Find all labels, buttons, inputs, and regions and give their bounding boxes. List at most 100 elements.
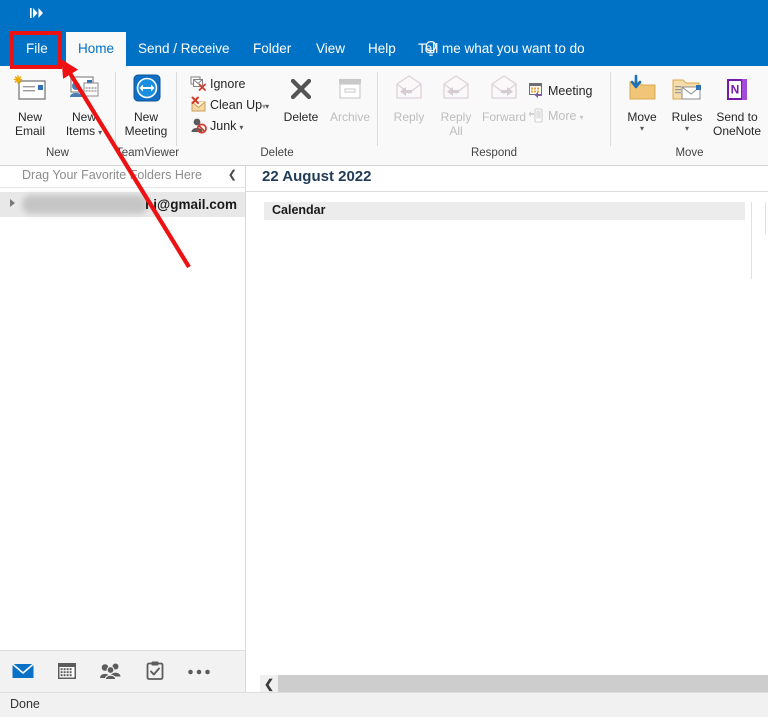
new-items-icon bbox=[56, 70, 112, 108]
favorites-header[interactable]: Drag Your Favorite Folders Here ❮ bbox=[0, 166, 245, 188]
new-email-label-line1: New bbox=[17, 110, 42, 124]
scrollbar-thumb[interactable] bbox=[278, 675, 768, 692]
ribbon-group-label-teamviewer: TeamViewer bbox=[116, 147, 180, 159]
reply-all-button: Reply All bbox=[432, 70, 480, 138]
horizontal-scrollbar[interactable]: ❮ bbox=[260, 675, 768, 692]
page-title: 22 August 2022 bbox=[262, 168, 372, 185]
ribbon-separator bbox=[377, 72, 378, 146]
tell-me-search[interactable]: Tell me what you want to do bbox=[418, 32, 585, 66]
tab-help[interactable]: Help bbox=[356, 32, 408, 66]
cleanup-label: Clean Up bbox=[210, 98, 263, 112]
account-email-label: ni@gmail.com bbox=[145, 197, 237, 212]
send-to-onenote-label-line2: OneNote bbox=[712, 123, 762, 138]
new-email-label-line2: Email bbox=[14, 123, 45, 138]
move-button[interactable]: Move ▾ bbox=[618, 70, 666, 133]
ignore-button[interactable]: Ignore bbox=[190, 74, 245, 95]
content-pane: 22 August 2022 Calendar bbox=[246, 166, 768, 672]
ribbon-group-label-move: Move bbox=[675, 147, 704, 159]
reply-all-icon bbox=[432, 70, 480, 108]
cleanup-button[interactable]: Clean Up ▾ bbox=[190, 95, 269, 116]
send-to-onenote-label-line1: Send to bbox=[716, 110, 758, 124]
ribbon-group-label-respond: Respond bbox=[470, 147, 518, 159]
nav-more[interactable] bbox=[184, 658, 214, 686]
content-column-divider bbox=[751, 202, 752, 279]
reply-all-label-line2: All bbox=[449, 123, 463, 138]
new-items-button[interactable]: New Items ▾ bbox=[56, 70, 112, 139]
ribbon-tab-strip: File Home Send / Receive Folder View Hel… bbox=[0, 32, 768, 66]
new-meeting-label-line1: New bbox=[133, 110, 158, 124]
account-folder-row[interactable]: ni@gmail.com bbox=[0, 192, 245, 217]
meeting-button[interactable]: Meeting bbox=[528, 81, 592, 102]
new-email-icon bbox=[4, 70, 56, 108]
calendar-section-header[interactable]: Calendar bbox=[264, 202, 745, 220]
meeting-icon bbox=[528, 82, 545, 99]
forward-icon bbox=[478, 70, 530, 108]
nav-people[interactable] bbox=[96, 658, 126, 686]
reply-label: Reply bbox=[393, 110, 425, 124]
tab-view[interactable]: View bbox=[304, 32, 357, 66]
rules-button[interactable]: Rules ▾ bbox=[664, 70, 710, 133]
mail-icon bbox=[11, 662, 35, 682]
more-label: More bbox=[548, 109, 577, 123]
rules-label: Rules bbox=[671, 110, 703, 124]
new-email-button[interactable]: New Email bbox=[4, 70, 56, 138]
new-items-label-line2: Items ▾ bbox=[56, 124, 112, 140]
tab-file[interactable]: File bbox=[14, 32, 60, 66]
meeting-label: Meeting bbox=[548, 84, 593, 98]
move-icon bbox=[618, 70, 666, 108]
chevron-down-icon[interactable]: ▾ bbox=[98, 128, 102, 137]
ignore-label: Ignore bbox=[210, 77, 246, 91]
chevron-down-icon[interactable]: ▾ bbox=[618, 124, 666, 133]
teamviewer-icon bbox=[118, 70, 174, 108]
junk-label: Junk bbox=[210, 119, 237, 133]
people-icon bbox=[99, 662, 123, 683]
delete-button[interactable]: Delete bbox=[275, 70, 327, 125]
ribbon-group-label-new: New bbox=[45, 147, 69, 159]
tab-send-receive[interactable]: Send / Receive bbox=[126, 32, 242, 66]
nav-tasks[interactable] bbox=[140, 658, 170, 686]
chevron-down-icon: ▾ bbox=[579, 113, 584, 122]
archive-label: Archive bbox=[329, 110, 370, 124]
tab-folder[interactable]: Folder bbox=[241, 32, 303, 66]
module-navigation-bar bbox=[0, 650, 246, 692]
junk-button[interactable]: Junk ▾ bbox=[190, 116, 243, 137]
folder-pane: Drag Your Favorite Folders Here ❮ ni@gma… bbox=[0, 166, 246, 650]
tab-home[interactable]: Home bbox=[66, 32, 127, 66]
new-items-label-line1: New bbox=[71, 110, 96, 124]
svg-text:N: N bbox=[731, 83, 740, 97]
delete-icon bbox=[275, 70, 327, 108]
ribbon-group-label-delete: Delete bbox=[260, 147, 294, 159]
new-meeting-button[interactable]: New Meeting bbox=[118, 70, 174, 138]
chevron-right-icon[interactable] bbox=[10, 199, 15, 207]
reply-all-label-line1: Reply bbox=[440, 110, 472, 124]
chevron-down-icon[interactable]: ▾ bbox=[239, 123, 243, 132]
cleanup-icon bbox=[190, 96, 207, 113]
ribbon-separator bbox=[176, 72, 177, 146]
ellipsis-icon bbox=[187, 665, 211, 679]
junk-icon bbox=[190, 117, 207, 134]
send-to-onenote-button[interactable]: N Send to OneNote bbox=[708, 70, 766, 138]
status-text: Done bbox=[10, 697, 40, 711]
delete-label: Delete bbox=[283, 110, 319, 124]
more-button: More ▾ bbox=[528, 106, 584, 127]
content-column-divider bbox=[765, 202, 766, 234]
ribbon: New Email New Items ▾ New New Meeting Te… bbox=[0, 66, 768, 166]
archive-button: Archive bbox=[323, 70, 377, 125]
chevron-left-icon[interactable]: ❮ bbox=[260, 675, 278, 692]
forward-button: Forward bbox=[478, 70, 530, 125]
date-header: 22 August 2022 bbox=[246, 166, 768, 192]
ribbon-separator bbox=[115, 72, 116, 146]
chevron-left-icon[interactable]: ❮ bbox=[228, 168, 237, 181]
move-label: Move bbox=[627, 110, 657, 124]
expand-ribbon-icon[interactable] bbox=[28, 8, 46, 22]
chevron-down-icon[interactable]: ▾ bbox=[664, 124, 710, 133]
nav-mail[interactable] bbox=[8, 658, 38, 686]
ribbon-separator bbox=[610, 72, 611, 146]
chevron-down-icon[interactable]: ▾ bbox=[262, 102, 266, 111]
title-bar bbox=[0, 0, 768, 32]
reply-icon bbox=[384, 70, 434, 108]
new-meeting-label-line2: Meeting bbox=[124, 123, 168, 138]
nav-calendar[interactable] bbox=[52, 658, 82, 686]
onenote-icon: N bbox=[708, 70, 766, 108]
calendar-icon bbox=[57, 662, 77, 683]
